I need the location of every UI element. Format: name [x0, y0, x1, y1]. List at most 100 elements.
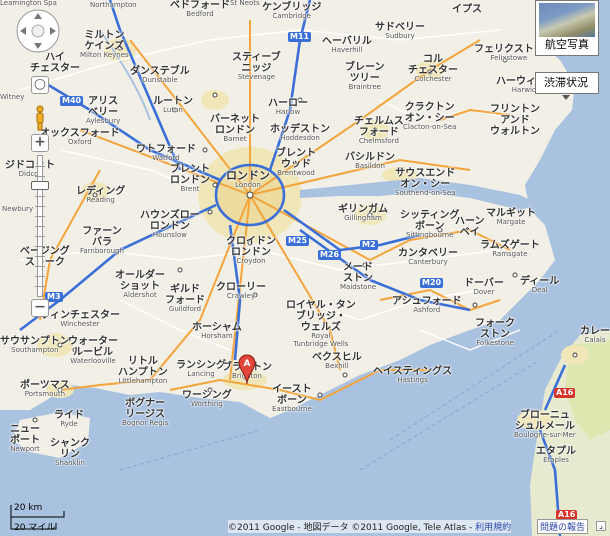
copyright-text: ©2011 Google - 地図データ ©2011 Google, Tele … [228, 520, 512, 533]
place-label: クロイドン ロンドン Croydon [226, 236, 276, 265]
zoom-out-button[interactable]: − [31, 299, 49, 317]
place-label: フォーク ストン Folkestone [475, 318, 515, 347]
place-label: シッティング ボーン Sittingbourne [400, 210, 460, 239]
place-label: ダンステブル Dunstable [130, 66, 190, 84]
place-label: ハウンズロー ロンドン Hounslow [140, 210, 200, 239]
place-label: カレー Calais [580, 326, 610, 344]
place-label: サドベリー Sudbury [375, 22, 425, 40]
place-label: ブレント ロンドン Brent [170, 164, 210, 193]
place-label: ギルド フォード Guildford [165, 284, 205, 313]
place-label: ミルトン ケインズ Milton Keynes [80, 30, 129, 59]
place-label: ブレント ウッド Brentwood [276, 148, 316, 177]
scale-km: 20 km [14, 503, 43, 513]
zoom-slider-track[interactable] [35, 155, 45, 297]
rotate-reset-button[interactable]: ○ [31, 76, 49, 94]
marker-letter: A [244, 359, 251, 369]
place-label: オックスフォード Oxford [40, 128, 120, 146]
place-label: ルートン Luton [153, 96, 193, 114]
place-label: ハイ チェスター [30, 52, 80, 74]
place-label: エタプル Étaples [536, 446, 576, 464]
place-label: リトル ハンプトン Littlehampton [118, 356, 168, 385]
place-label: ワトフォード Watford [136, 144, 196, 162]
road-shield-m11: M11 [288, 32, 312, 42]
hand-icon [31, 24, 45, 38]
scale-miles: 20 マイル [14, 523, 56, 533]
place-label: スティーブ ニッジ Stevenage [232, 52, 281, 81]
scale-bar: 20 km 20 マイル [8, 503, 68, 533]
place-label: イースト ボーン Eastbourne [272, 384, 312, 413]
location-marker-a[interactable]: A [238, 354, 256, 386]
place-label: フェリクストウ Felixstowe [474, 44, 544, 62]
place-label: クローリー Crawley [216, 282, 266, 300]
satellite-button[interactable]: 航空写真 [535, 0, 599, 56]
zoom-in-button[interactable]: + [31, 134, 49, 152]
traffic-button[interactable]: 渋滞状況 [535, 72, 599, 94]
place-label: Leamington Spa [0, 0, 57, 7]
place-label: ポーツマス Portsmouth [20, 380, 70, 398]
place-label: クラクトン オン・シー Clacton-on-Sea [403, 102, 457, 131]
place-label: ウォーター ルービル Waterlooville [68, 336, 118, 365]
place-label: ロイヤル・タン ブリッジ・ ウェルズ Royal Tunbridge Wells [286, 300, 356, 348]
place-label: シャンク リン Shanklin [50, 438, 90, 467]
place-label: ベージング ストーク [20, 246, 70, 268]
place-label: アシュフォード Ashford [392, 296, 462, 314]
place-label: ブレーン ツリー Braintree [345, 62, 385, 91]
place-label: ハーン ベイ [455, 216, 485, 238]
place-label: ドーバー Dover [464, 278, 504, 296]
road-shield-m40: M40 [60, 96, 84, 106]
place-label: ランシング Lancing [176, 360, 226, 378]
place-label: ケンブリッジ Cambridge [262, 2, 322, 20]
place-label: メード ストン Maidstone [340, 262, 377, 291]
place-label: レディング Reading [76, 186, 126, 204]
place-label: ホーシャム Horsham [192, 322, 242, 340]
place-label: サウサンプトン Southampton [0, 336, 70, 354]
place-label: ニュー ポート Newport [10, 424, 40, 453]
satellite-thumbnail [539, 3, 595, 37]
place-label: ベドフォード Bedford [170, 0, 230, 18]
place-label: イプス [452, 4, 482, 15]
report-problem-link[interactable]: 問題の報告 [537, 519, 589, 534]
map-canvas[interactable]: M11 M40 M3 M25 M26 M2 M20 A16 A16 Leamin… [0, 0, 610, 536]
place-label: ジドコット Didcot [5, 160, 55, 178]
place-label: ラムズゲート Ramsgate [480, 240, 540, 258]
road-shield-a16-north: A16 [554, 388, 576, 398]
place-label: ディール Deal [520, 276, 560, 294]
pan-control[interactable] [15, 8, 61, 54]
place-label: フリントン アンド ウォルトン [490, 104, 540, 137]
place-label: マルギット Margate [486, 208, 536, 226]
place-label: ヘイスティングス Hastings [373, 366, 453, 384]
place-label: ライド Ryde [54, 410, 84, 428]
place-label: バシルドン Basildon [345, 152, 395, 170]
place-label: オールダー ショット Aldershot [115, 270, 165, 299]
place-label: ブローニュ シュルメール Boulogne-sur-Mer [514, 410, 576, 439]
place-label: St Neots [230, 0, 260, 7]
resize-corner-icon[interactable]: ⌟ [596, 521, 606, 531]
road-shield-m25: M25 [286, 236, 310, 246]
road-shield-m2: M2 [360, 240, 378, 250]
place-label-london: ロンドン London [226, 169, 270, 190]
place-label: バーネット ロンドン Barnet [210, 114, 260, 143]
place-label: Newbury [2, 205, 34, 213]
place-label: カンタベリー Canterbury [398, 248, 458, 266]
road-shield-m20: M20 [420, 278, 444, 288]
pegman-icon[interactable] [35, 105, 45, 131]
place-label: ボグナー リージス Bognor Regis [122, 398, 169, 427]
place-label: ギリンガム Gillingham [338, 204, 388, 222]
place-label: ベクスヒル Bexhill [312, 352, 362, 370]
road-shield-m26: M26 [318, 250, 342, 260]
place-label: ワーシング Worthing [182, 390, 232, 408]
terms-link[interactable]: 利用規約 [475, 523, 511, 533]
place-label: ウィンチェスター Winchester [40, 310, 120, 328]
zoom-slider-handle[interactable] [31, 181, 49, 190]
place-label: アリス ベリー Aylesbury [86, 96, 121, 125]
traffic-dropdown-arrow-icon[interactable] [562, 95, 570, 100]
place-label: Northampton [90, 1, 137, 9]
place-label: ヘーバリル Haverhill [322, 36, 372, 54]
place-label: サウスエンド オン・シー Southend-on-Sea [395, 168, 456, 197]
place-label: ハーロー Harlow [268, 98, 308, 116]
place-label: ファーン バラ Farnborough [80, 226, 124, 255]
place-label: ホッデストン Hoddesdon [270, 124, 330, 142]
place-label: コル チェスター Colchester [408, 54, 458, 83]
satellite-label: 航空写真 [545, 38, 589, 51]
place-label: チェルムス フォード Chelmsford [354, 116, 404, 145]
